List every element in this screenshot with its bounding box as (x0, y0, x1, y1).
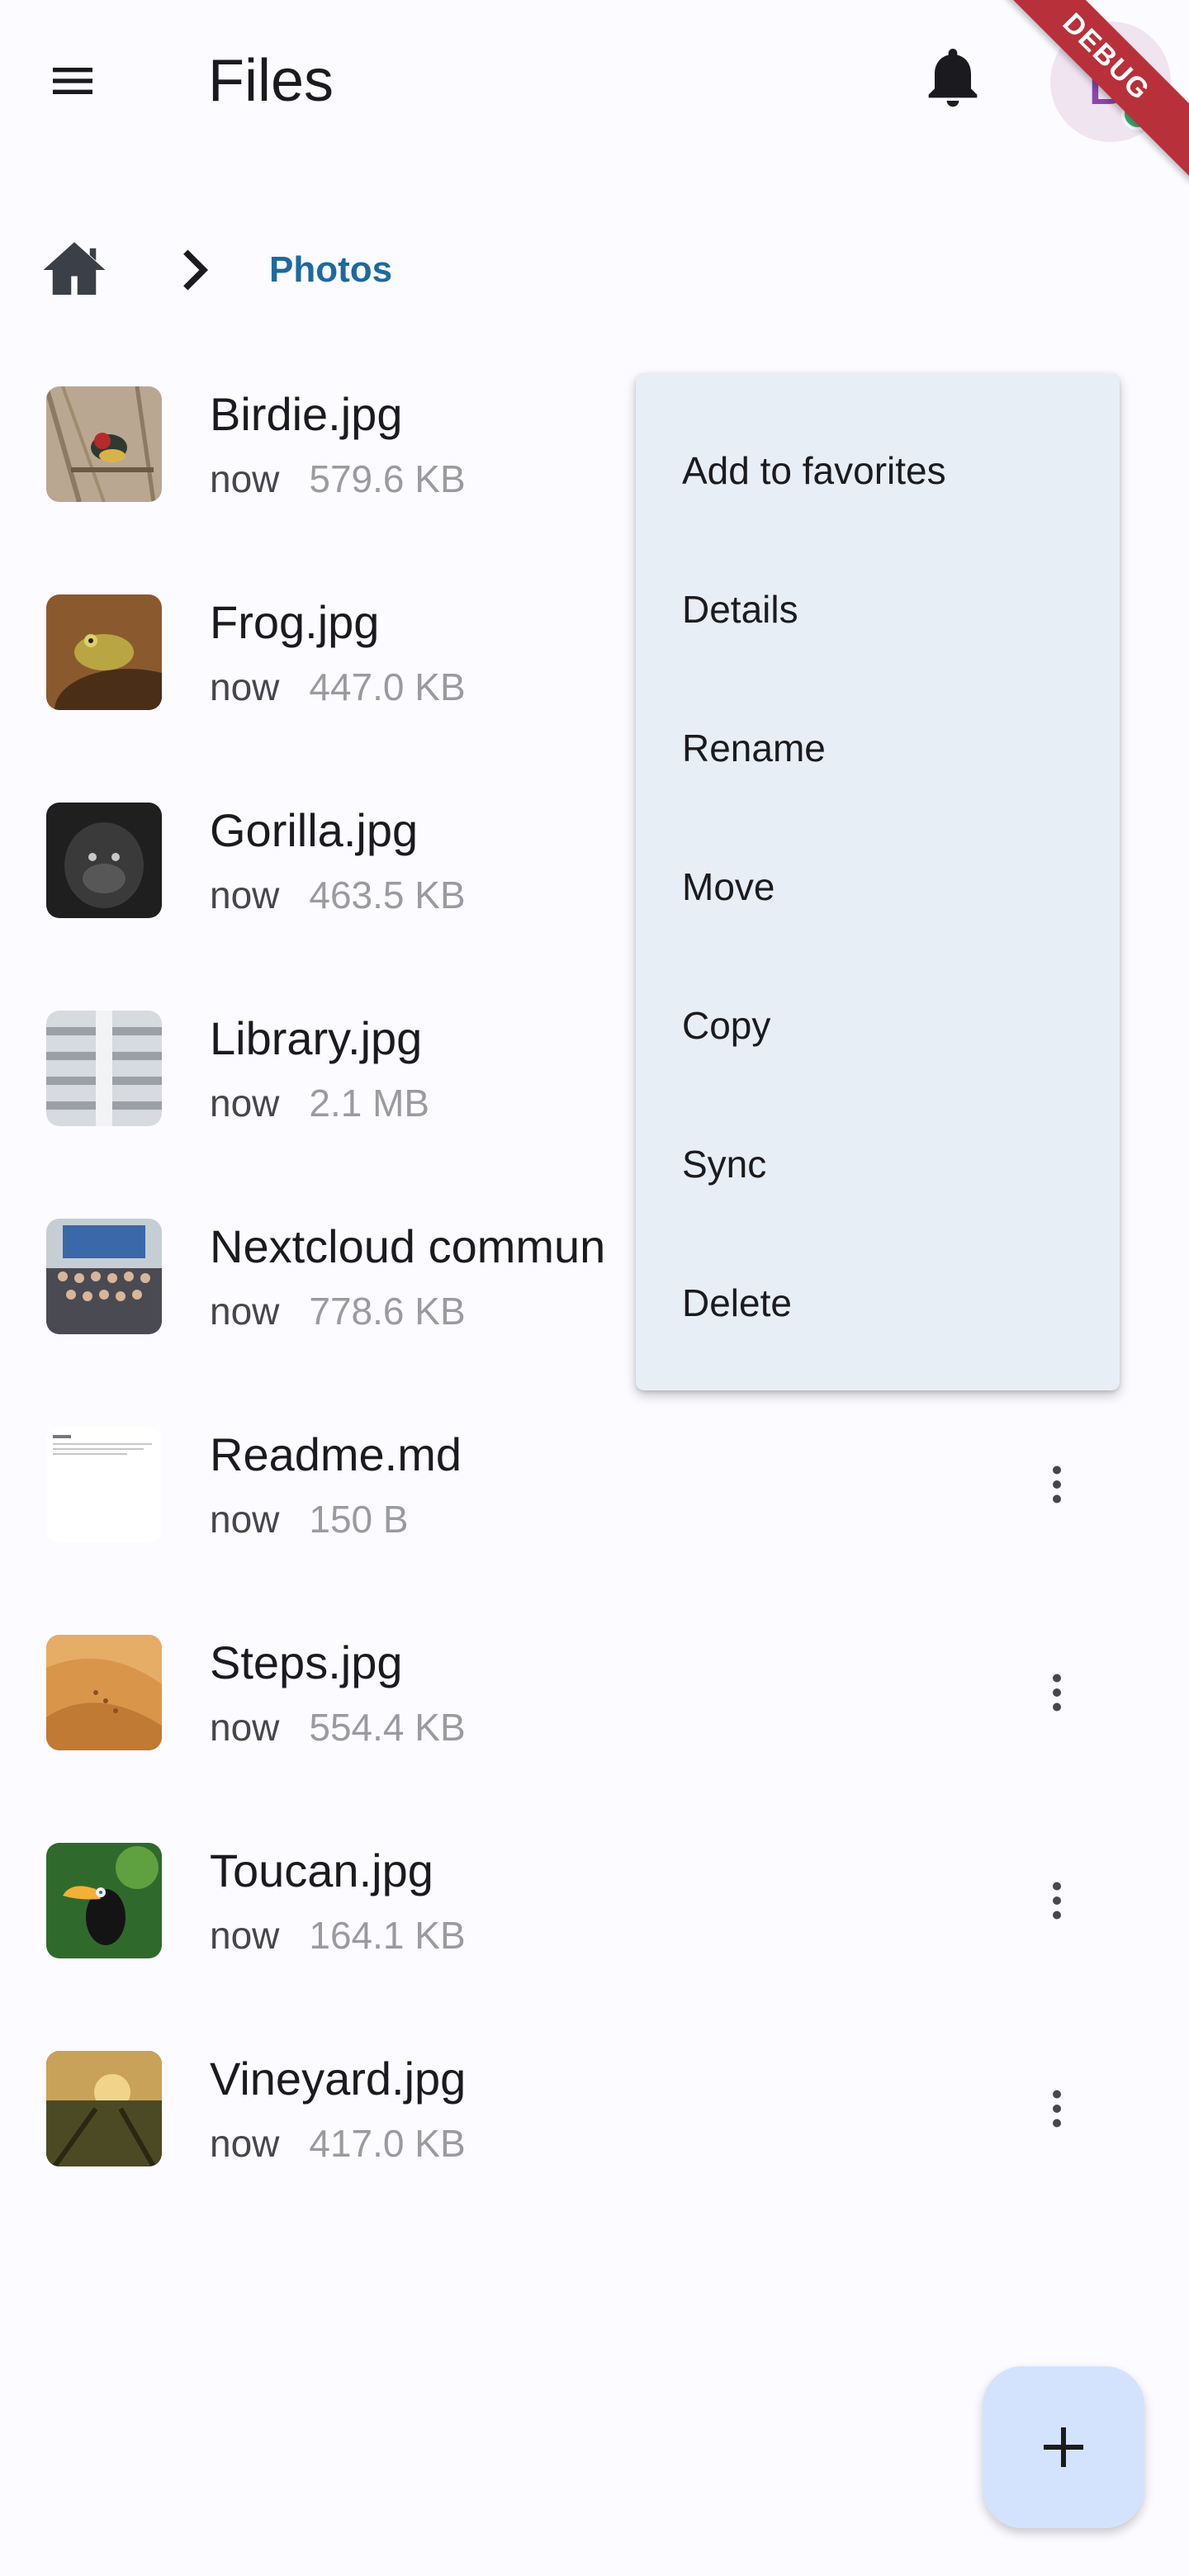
menu-item-sync[interactable]: Sync (636, 1095, 1120, 1234)
thumbnail-bird (46, 386, 162, 502)
more-vert-icon (1053, 1466, 1061, 1503)
file-name: Steps.jpg (210, 1636, 403, 1688)
app-bar: Files D DEBUG (0, 0, 1189, 181)
file-row[interactable]: Toucan.jpg now 164.1 KB (0, 1808, 1189, 2016)
plus-icon (1044, 2427, 1083, 2467)
file-modified: now (210, 457, 280, 500)
file-name: Readme.md (210, 1428, 462, 1480)
file-meta: now 150 B (210, 1496, 409, 1542)
file-meta: now 554.4 KB (210, 1704, 466, 1750)
file-modified: now (210, 1706, 280, 1749)
file-size: 447.0 KB (309, 665, 466, 708)
file-name: Gorilla.jpg (210, 804, 419, 856)
file-size: 164.1 KB (309, 1914, 466, 1957)
thumbnail-document (46, 1427, 162, 1542)
file-meta: now 447.0 KB (210, 664, 466, 710)
file-meta: now 778.6 KB (210, 1288, 466, 1334)
file-modified: now (210, 1082, 280, 1125)
file-size: 463.5 KB (309, 874, 466, 916)
file-modified: now (210, 1290, 280, 1333)
thumbnail-gorilla (46, 803, 162, 918)
thumbnail-frog (46, 594, 162, 710)
menu-item-copy[interactable]: Copy (636, 956, 1120, 1095)
page-title: Files (208, 48, 334, 114)
file-modified: now (210, 874, 280, 916)
file-name: Nextcloud commun (210, 1220, 606, 1272)
file-size: 417.0 KB (309, 2122, 466, 2165)
menu-item-move[interactable]: Move (636, 817, 1120, 956)
file-modified: now (210, 665, 280, 708)
file-name: Vineyard.jpg (210, 2053, 467, 2105)
bell-icon (928, 49, 978, 107)
file-row[interactable]: Readme.md now 150 B (0, 1392, 1189, 1600)
file-modified: now (210, 1914, 280, 1957)
file-name: Frog.jpg (210, 596, 380, 648)
context-menu: Add to favorites Details Rename Move Cop… (636, 373, 1120, 1390)
file-size: 778.6 KB (309, 1290, 466, 1333)
more-options-button[interactable] (1016, 1859, 1098, 1942)
file-name: Toucan.jpg (210, 1844, 433, 1896)
more-options-button[interactable] (1016, 2067, 1098, 2150)
more-vert-icon (1053, 1674, 1061, 1712)
chevron-right-icon (165, 241, 223, 299)
file-meta: now 2.1 MB (210, 1080, 429, 1126)
menu-item-delete[interactable]: Delete (636, 1234, 1120, 1372)
file-size: 2.1 MB (309, 1082, 430, 1125)
menu-button[interactable] (33, 41, 112, 121)
more-options-button[interactable] (1016, 1651, 1098, 1734)
breadcrumb: Photos (33, 225, 392, 315)
file-row[interactable]: Steps.jpg now 554.4 KB (0, 1600, 1189, 1808)
more-vert-icon (1053, 2090, 1061, 2128)
more-vert-icon (1053, 1882, 1061, 1920)
file-size: 150 B (309, 1498, 409, 1541)
notifications-button[interactable] (912, 38, 994, 121)
file-name: Library.jpg (210, 1012, 423, 1064)
file-size: 554.4 KB (309, 1706, 466, 1749)
thumbnail-group-photo (46, 1219, 162, 1334)
file-meta: now 164.1 KB (210, 1912, 466, 1958)
more-options-button[interactable] (1016, 1443, 1098, 1526)
menu-item-add-to-favorites[interactable]: Add to favorites (636, 401, 1120, 540)
thumbnail-vineyard (46, 2051, 162, 2166)
file-size: 579.6 KB (309, 457, 466, 500)
thumbnail-library (46, 1011, 162, 1126)
file-meta: now 579.6 KB (210, 456, 466, 502)
menu-item-rename[interactable]: Rename (636, 679, 1120, 817)
file-name: Birdie.jpg (210, 388, 403, 440)
menu-icon (53, 68, 92, 94)
file-meta: now 463.5 KB (210, 872, 466, 918)
add-button[interactable] (983, 2366, 1144, 2528)
file-modified: now (210, 2122, 280, 2165)
menu-item-details[interactable]: Details (636, 540, 1120, 679)
thumbnail-desert (46, 1635, 162, 1750)
home-icon[interactable] (33, 229, 116, 311)
file-modified: now (210, 1498, 280, 1541)
file-row[interactable]: Vineyard.jpg now 417.0 KB (0, 2016, 1189, 2224)
breadcrumb-current[interactable]: Photos (269, 249, 392, 291)
file-meta: now 417.0 KB (210, 2120, 466, 2166)
thumbnail-toucan (46, 1843, 162, 1958)
